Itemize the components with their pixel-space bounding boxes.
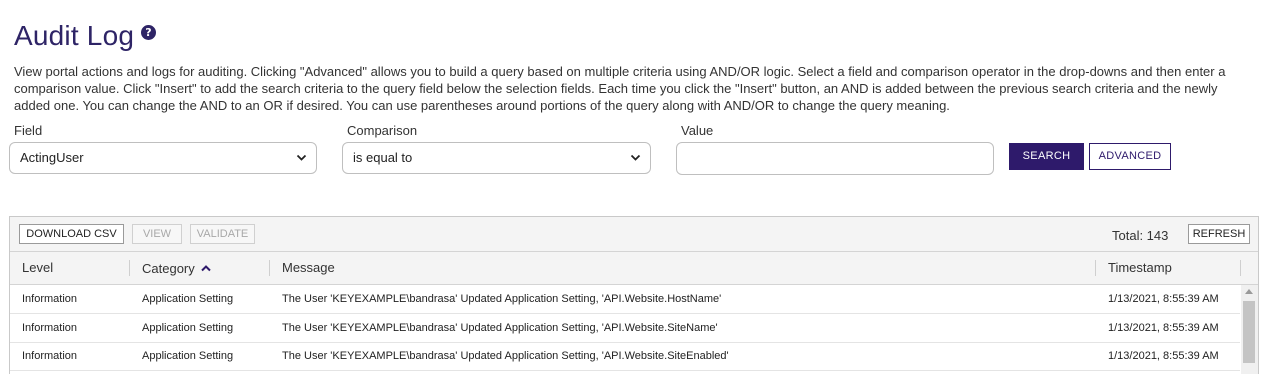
table-row[interactable]: Information Application Setting The User…	[10, 285, 1240, 314]
page-title: Audit Log	[14, 20, 135, 51]
sort-ascending-icon	[201, 252, 212, 284]
validate-button[interactable]: VALIDATE	[190, 224, 255, 244]
cell-timestamp: 1/13/2021, 8:55:39 AM	[1108, 322, 1219, 334]
cell-category: Application Setting	[142, 350, 234, 362]
column-header-category[interactable]: Category	[142, 252, 212, 284]
column-divider[interactable]	[1240, 260, 1241, 276]
scrollbar-thumb[interactable]	[1243, 301, 1255, 363]
cell-timestamp: 1/13/2021, 8:55:39 AM	[1108, 350, 1219, 362]
cell-message: The User 'KEYEXAMPLE\bandrasa' Updated A…	[282, 293, 722, 305]
table-row[interactable]: Information Application Setting The User…	[10, 342, 1240, 371]
search-button[interactable]: SEARCH	[1009, 143, 1084, 170]
cell-category: Application Setting	[142, 293, 234, 305]
column-divider[interactable]	[1095, 260, 1096, 276]
column-header-level[interactable]: Level	[22, 252, 53, 284]
grid-toolbar: DOWNLOAD CSV VIEW VALIDATE Total: 143 RE…	[10, 217, 1258, 252]
field-label: Field	[14, 123, 43, 138]
column-divider[interactable]	[129, 260, 130, 276]
help-icon[interactable]: ?	[141, 25, 156, 40]
audit-grid: DOWNLOAD CSV VIEW VALIDATE Total: 143 RE…	[9, 216, 1259, 374]
column-header-category-label: Category	[142, 261, 195, 276]
total-count: Total: 143	[1112, 228, 1169, 243]
cell-timestamp: 1/13/2021, 8:55:39 AM	[1108, 293, 1219, 305]
refresh-button[interactable]: REFRESH	[1188, 224, 1250, 244]
field-select-value: ActingUser	[20, 150, 84, 165]
cell-level: Information	[22, 350, 78, 362]
scroll-up-arrow-icon[interactable]	[1245, 287, 1253, 296]
column-divider[interactable]	[269, 260, 270, 276]
view-button[interactable]: VIEW	[132, 224, 182, 244]
table-row[interactable]: Information Application Setting The User…	[10, 314, 1240, 343]
page-description: View portal actions and logs for auditin…	[14, 64, 1226, 113]
download-csv-button[interactable]: DOWNLOAD CSV	[19, 224, 124, 244]
field-select[interactable]: ActingUser	[9, 142, 317, 174]
advanced-button[interactable]: ADVANCED	[1089, 143, 1171, 170]
value-input[interactable]	[676, 142, 994, 175]
chevron-down-icon	[296, 143, 307, 184]
grid-header: Level Category Message Timestamp	[10, 252, 1258, 285]
cell-category: Application Setting	[142, 322, 234, 334]
comparison-label: Comparison	[347, 123, 418, 138]
cell-level: Information	[22, 322, 78, 334]
comparison-select[interactable]: is equal to	[342, 142, 651, 174]
column-header-message[interactable]: Message	[282, 252, 335, 284]
cell-message: The User 'KEYEXAMPLE\bandrasa' Updated A…	[282, 322, 718, 334]
value-label: Value	[681, 123, 714, 138]
column-header-timestamp[interactable]: Timestamp	[1108, 252, 1172, 284]
comparison-select-value: is equal to	[353, 150, 413, 165]
cell-message: The User 'KEYEXAMPLE\bandrasa' Updated A…	[282, 350, 729, 362]
chevron-down-icon	[630, 143, 641, 184]
vertical-scrollbar[interactable]	[1241, 285, 1258, 374]
cell-level: Information	[22, 293, 78, 305]
